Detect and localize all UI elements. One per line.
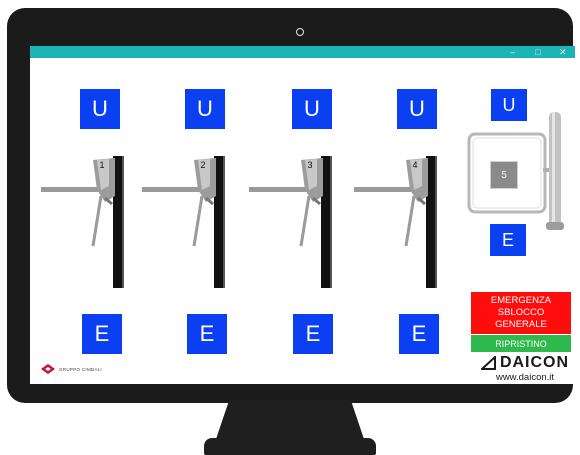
close-icon[interactable]: ✕	[559, 46, 567, 58]
daicon-logo: DAICON	[478, 354, 572, 372]
gate-3-number: 3	[307, 160, 313, 170]
diamond-logo-icon	[41, 364, 55, 374]
gate-2-entry-button[interactable]: U	[185, 89, 225, 129]
gate-3-entry-button[interactable]: U	[292, 89, 332, 129]
gate-2-exit-button[interactable]: E	[187, 314, 227, 354]
brand-name: DAICON	[499, 354, 570, 371]
emergency-label-line1: EMERGENZA	[490, 295, 552, 306]
gate-4-entry-button[interactable]: U	[397, 89, 437, 129]
turnstile-1: 1	[41, 156, 131, 288]
gate-4-exit-button[interactable]: E	[399, 314, 439, 354]
reset-button[interactable]: RIPRISTINO	[471, 335, 571, 352]
partner-name: GRUPPO CIMBALI	[59, 366, 102, 372]
gate-5-button[interactable]: 5	[490, 161, 518, 189]
turnstile-4: 4	[354, 156, 444, 288]
monitor-stand-base	[204, 438, 376, 455]
maximize-icon[interactable]: □	[535, 46, 540, 58]
title-bar: – □ ✕	[30, 46, 575, 58]
app-content: U U U U U 1 2 3 4 5 E E E E E EMERGENZA …	[30, 58, 575, 384]
gate-3-exit-button[interactable]: E	[293, 314, 333, 354]
gate-1-entry-button[interactable]: U	[80, 89, 120, 129]
turnstile-3: 3	[249, 156, 339, 288]
app-window: – □ ✕ U U U U U 1 2 3 4 5 E E E E E EMER…	[30, 46, 575, 384]
turnstile-2: 2	[142, 156, 232, 288]
brand-website: www.daicon.it	[495, 372, 555, 383]
gate-4-number: 4	[412, 160, 418, 170]
gate-2-number: 2	[200, 160, 206, 170]
emergency-unlock-button[interactable]: EMERGENZA SBLOCCO GENERALE	[471, 292, 571, 334]
webcam-icon	[296, 28, 304, 36]
triangle-logo-icon	[480, 356, 496, 370]
gate-1-exit-button[interactable]: E	[82, 314, 122, 354]
monitor-frame: – □ ✕ U U U U U 1 2 3 4 5 E E E E E EMER…	[7, 8, 575, 403]
gate-1-number: 1	[99, 160, 105, 170]
gate-5-exit-button[interactable]: E	[490, 224, 526, 256]
partner-logo: GRUPPO CIMBALI	[40, 361, 130, 377]
emergency-label-line2: SBLOCCO GENERALE	[495, 307, 547, 330]
minimize-icon[interactable]: –	[510, 46, 515, 58]
